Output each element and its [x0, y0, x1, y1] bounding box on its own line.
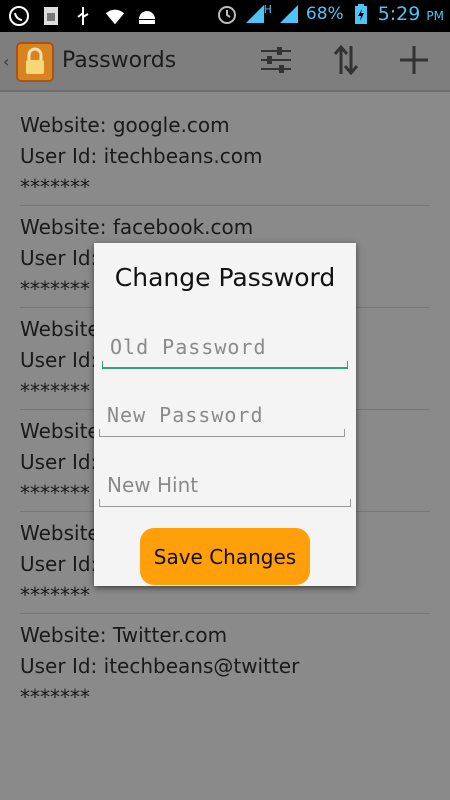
new-password-input[interactable] [99, 397, 345, 433]
website-text: Website: google.com [20, 113, 230, 137]
old-password-underline [102, 361, 348, 369]
sort-icon [333, 44, 359, 80]
clock-ampm: PM [426, 9, 444, 23]
filter-button[interactable] [254, 40, 298, 84]
back-caret-icon[interactable]: ‹ [3, 52, 9, 71]
status-left-icons [8, 5, 158, 27]
clock: 5:29 PM [378, 3, 444, 25]
page-title: Passwords [62, 48, 177, 73]
status-right: H 68% 5:29 PM [216, 3, 444, 25]
new-hint-underline [99, 499, 351, 507]
wifi-icon [104, 5, 126, 27]
clock-time: 5:29 [377, 3, 421, 25]
action-bar: ‹ Passwords [0, 32, 450, 92]
sim-icon [40, 5, 62, 27]
status-bar: H 68% 5:29 PM [0, 0, 450, 32]
website-text: Website: Twitter.com [20, 623, 228, 647]
add-icon [399, 45, 429, 79]
android-icon [136, 5, 158, 27]
app-lock-icon[interactable] [16, 42, 54, 82]
battery-percent: 68% [305, 4, 344, 24]
whatsapp-icon [8, 5, 30, 27]
save-changes-button[interactable]: Save Changes [140, 528, 310, 585]
usb-icon [72, 5, 94, 27]
network-type-label: H [263, 2, 272, 16]
masked-password-text: ******* [20, 685, 90, 709]
dialog-title: Change Password [114, 263, 336, 292]
signal-icon [244, 3, 266, 25]
signal2-icon [278, 3, 300, 25]
old-password-field [102, 329, 348, 369]
new-hint-input[interactable] [99, 467, 351, 503]
masked-password-text: ******* [20, 175, 90, 199]
user-id-text: User Id: itechbeans@twitter [20, 654, 300, 678]
new-password-underline [99, 429, 345, 437]
new-hint-field [99, 467, 351, 507]
website-text: Website: facebook.com [20, 215, 254, 239]
change-password-dialog: Change Password Save Changes [94, 243, 356, 586]
battery-charging-icon [350, 3, 372, 25]
list-item[interactable]: Website: Twitter.com User Id: itechbeans… [20, 620, 430, 715]
user-id-text: User Id: itechbeans.com [20, 144, 263, 168]
sort-button[interactable] [324, 40, 368, 84]
settings-sliders-icon [259, 45, 293, 79]
add-button[interactable] [392, 40, 436, 84]
new-password-field [99, 397, 345, 437]
list-item[interactable]: Website: google.com User Id: itechbeans.… [20, 110, 430, 206]
old-password-input[interactable] [102, 329, 348, 365]
alarm-icon [216, 3, 238, 25]
